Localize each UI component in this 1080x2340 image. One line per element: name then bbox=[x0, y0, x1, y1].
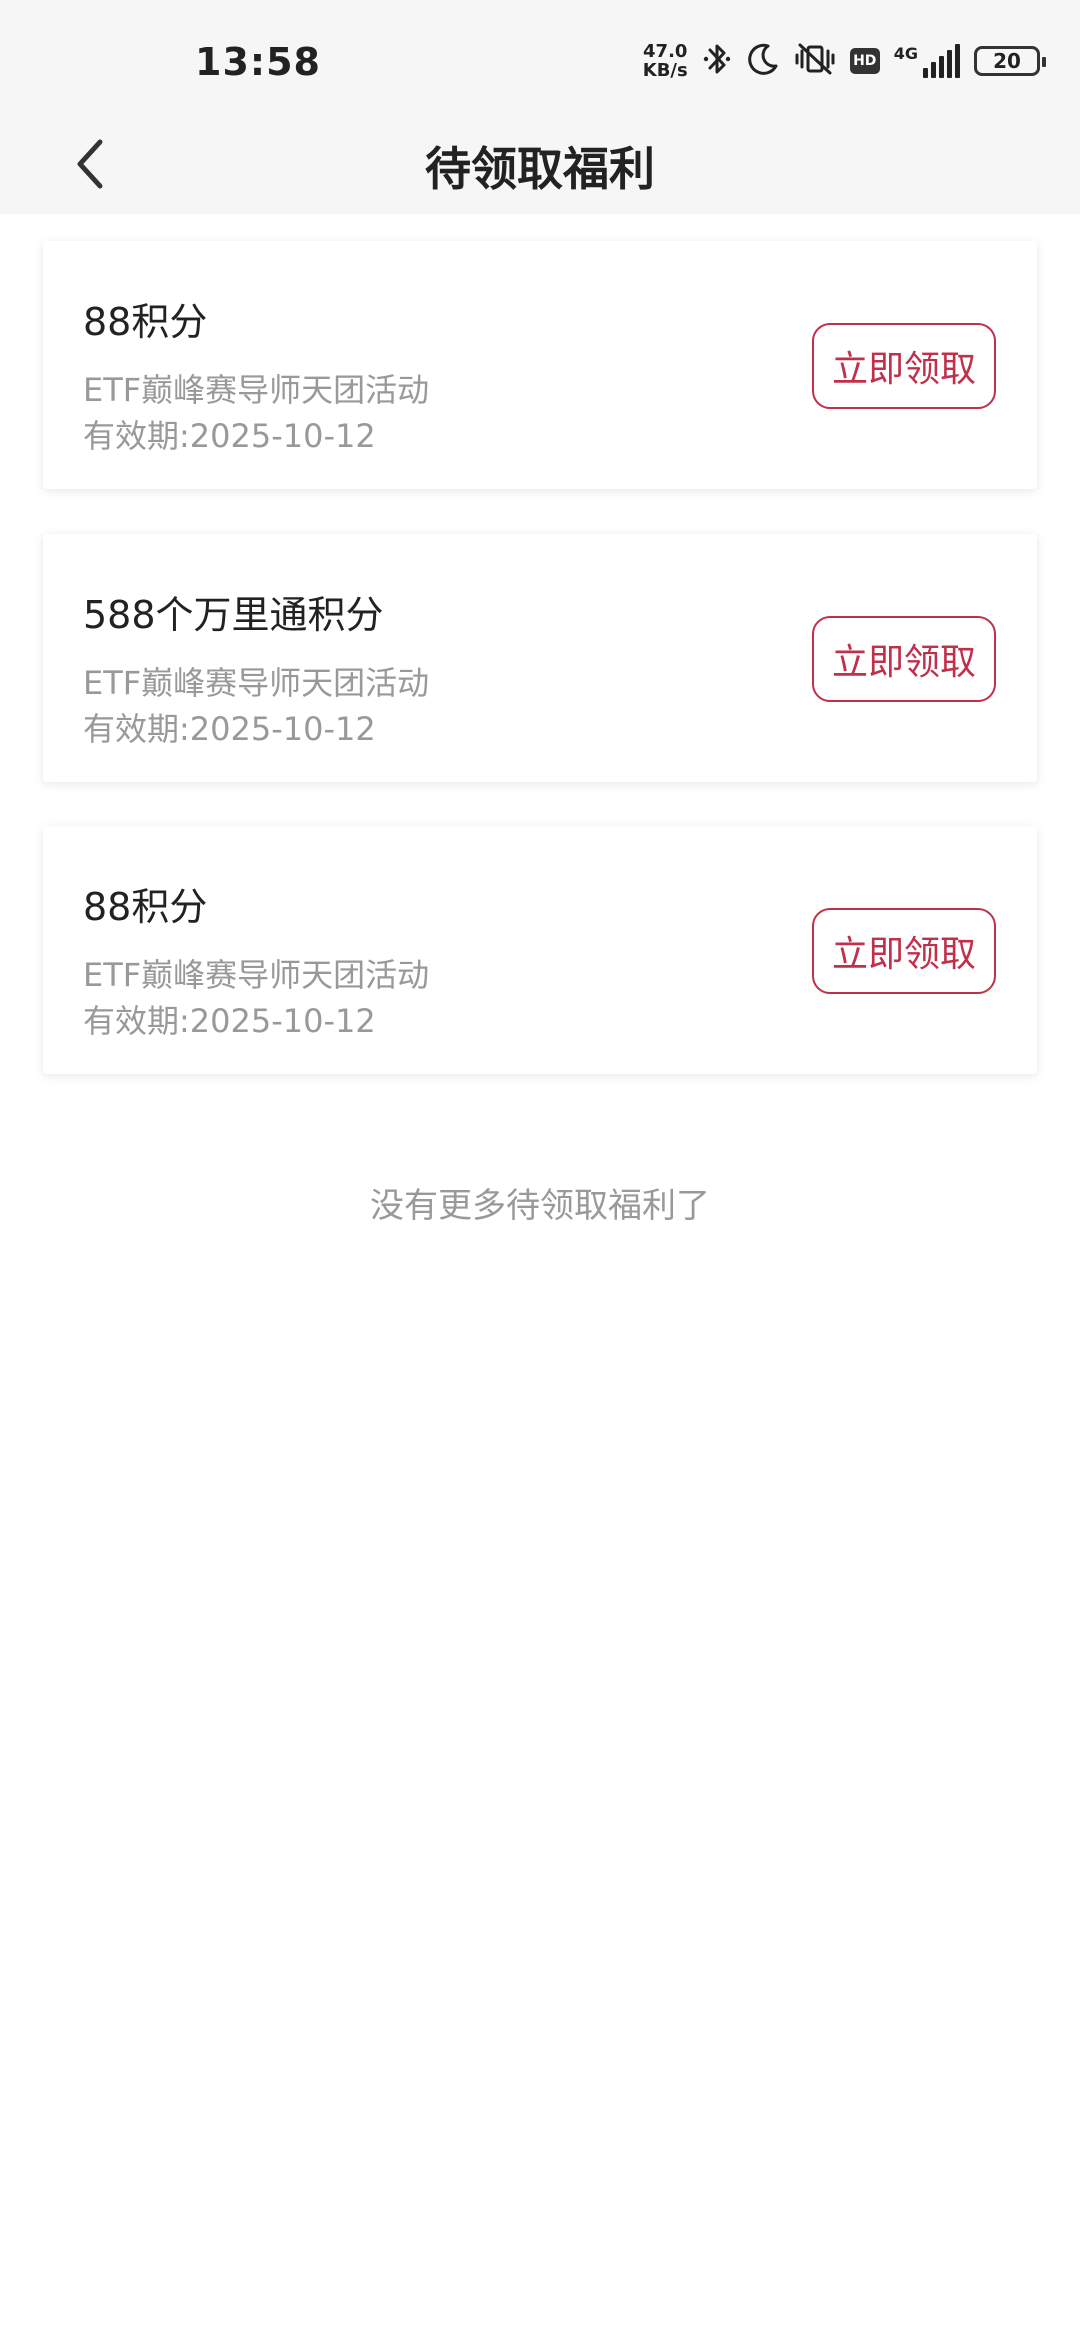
claim-button[interactable]: 立即领取 bbox=[812, 323, 996, 409]
reward-description: ETF巅峰赛导师天团活动 bbox=[83, 956, 430, 994]
reward-title: 588个万里通积分 bbox=[83, 593, 384, 637]
status-icons: 47.0 KB/s HD 4G 20 bbox=[643, 36, 1046, 86]
claim-button[interactable]: 立即领取 bbox=[812, 908, 996, 994]
reward-description: ETF巅峰赛导师天团活动 bbox=[83, 664, 430, 702]
reward-card: 88积分 ETF巅峰赛导师天团活动 有效期:2025-10-12 立即领取 bbox=[43, 826, 1037, 1074]
network-type-label: 4G bbox=[893, 44, 918, 63]
bluetooth-icon bbox=[702, 41, 732, 81]
status-bar: 13:58 47.0 KB/s HD 4G 20 bbox=[0, 0, 1080, 118]
nav-bar: 待领取福利 bbox=[0, 118, 1080, 214]
reward-description: ETF巅峰赛导师天团活动 bbox=[83, 371, 430, 409]
network-speed: 47.0 KB/s bbox=[643, 42, 688, 80]
reward-title: 88积分 bbox=[83, 300, 208, 344]
battery-icon: 20 bbox=[974, 46, 1046, 76]
vibrate-off-icon bbox=[794, 41, 836, 81]
hd-voice-icon: HD bbox=[849, 48, 880, 74]
reward-title: 88积分 bbox=[83, 885, 208, 929]
reward-expiry: 有效期:2025-10-12 bbox=[83, 1002, 376, 1040]
reward-expiry: 有效期:2025-10-12 bbox=[83, 710, 376, 748]
reward-expiry: 有效期:2025-10-12 bbox=[83, 417, 376, 455]
back-button[interactable] bbox=[50, 118, 130, 214]
network-speed-unit: KB/s bbox=[642, 60, 688, 81]
no-more-rewards-text: 没有更多待领取福利了 bbox=[370, 1186, 710, 1226]
status-time: 13:58 bbox=[195, 40, 321, 84]
cellular-signal-icon: 4G bbox=[894, 44, 960, 78]
reward-card: 588个万里通积分 ETF巅峰赛导师天团活动 有效期:2025-10-12 立即… bbox=[43, 534, 1037, 782]
chevron-left-icon bbox=[70, 136, 110, 196]
page-title: 待领取福利 bbox=[425, 142, 655, 196]
battery-level: 20 bbox=[993, 49, 1021, 73]
reward-card: 88积分 ETF巅峰赛导师天团活动 有效期:2025-10-12 立即领取 bbox=[43, 241, 1037, 489]
do-not-disturb-moon-icon bbox=[746, 42, 780, 80]
network-speed-value: 47.0 bbox=[643, 41, 688, 62]
claim-button[interactable]: 立即领取 bbox=[812, 616, 996, 702]
